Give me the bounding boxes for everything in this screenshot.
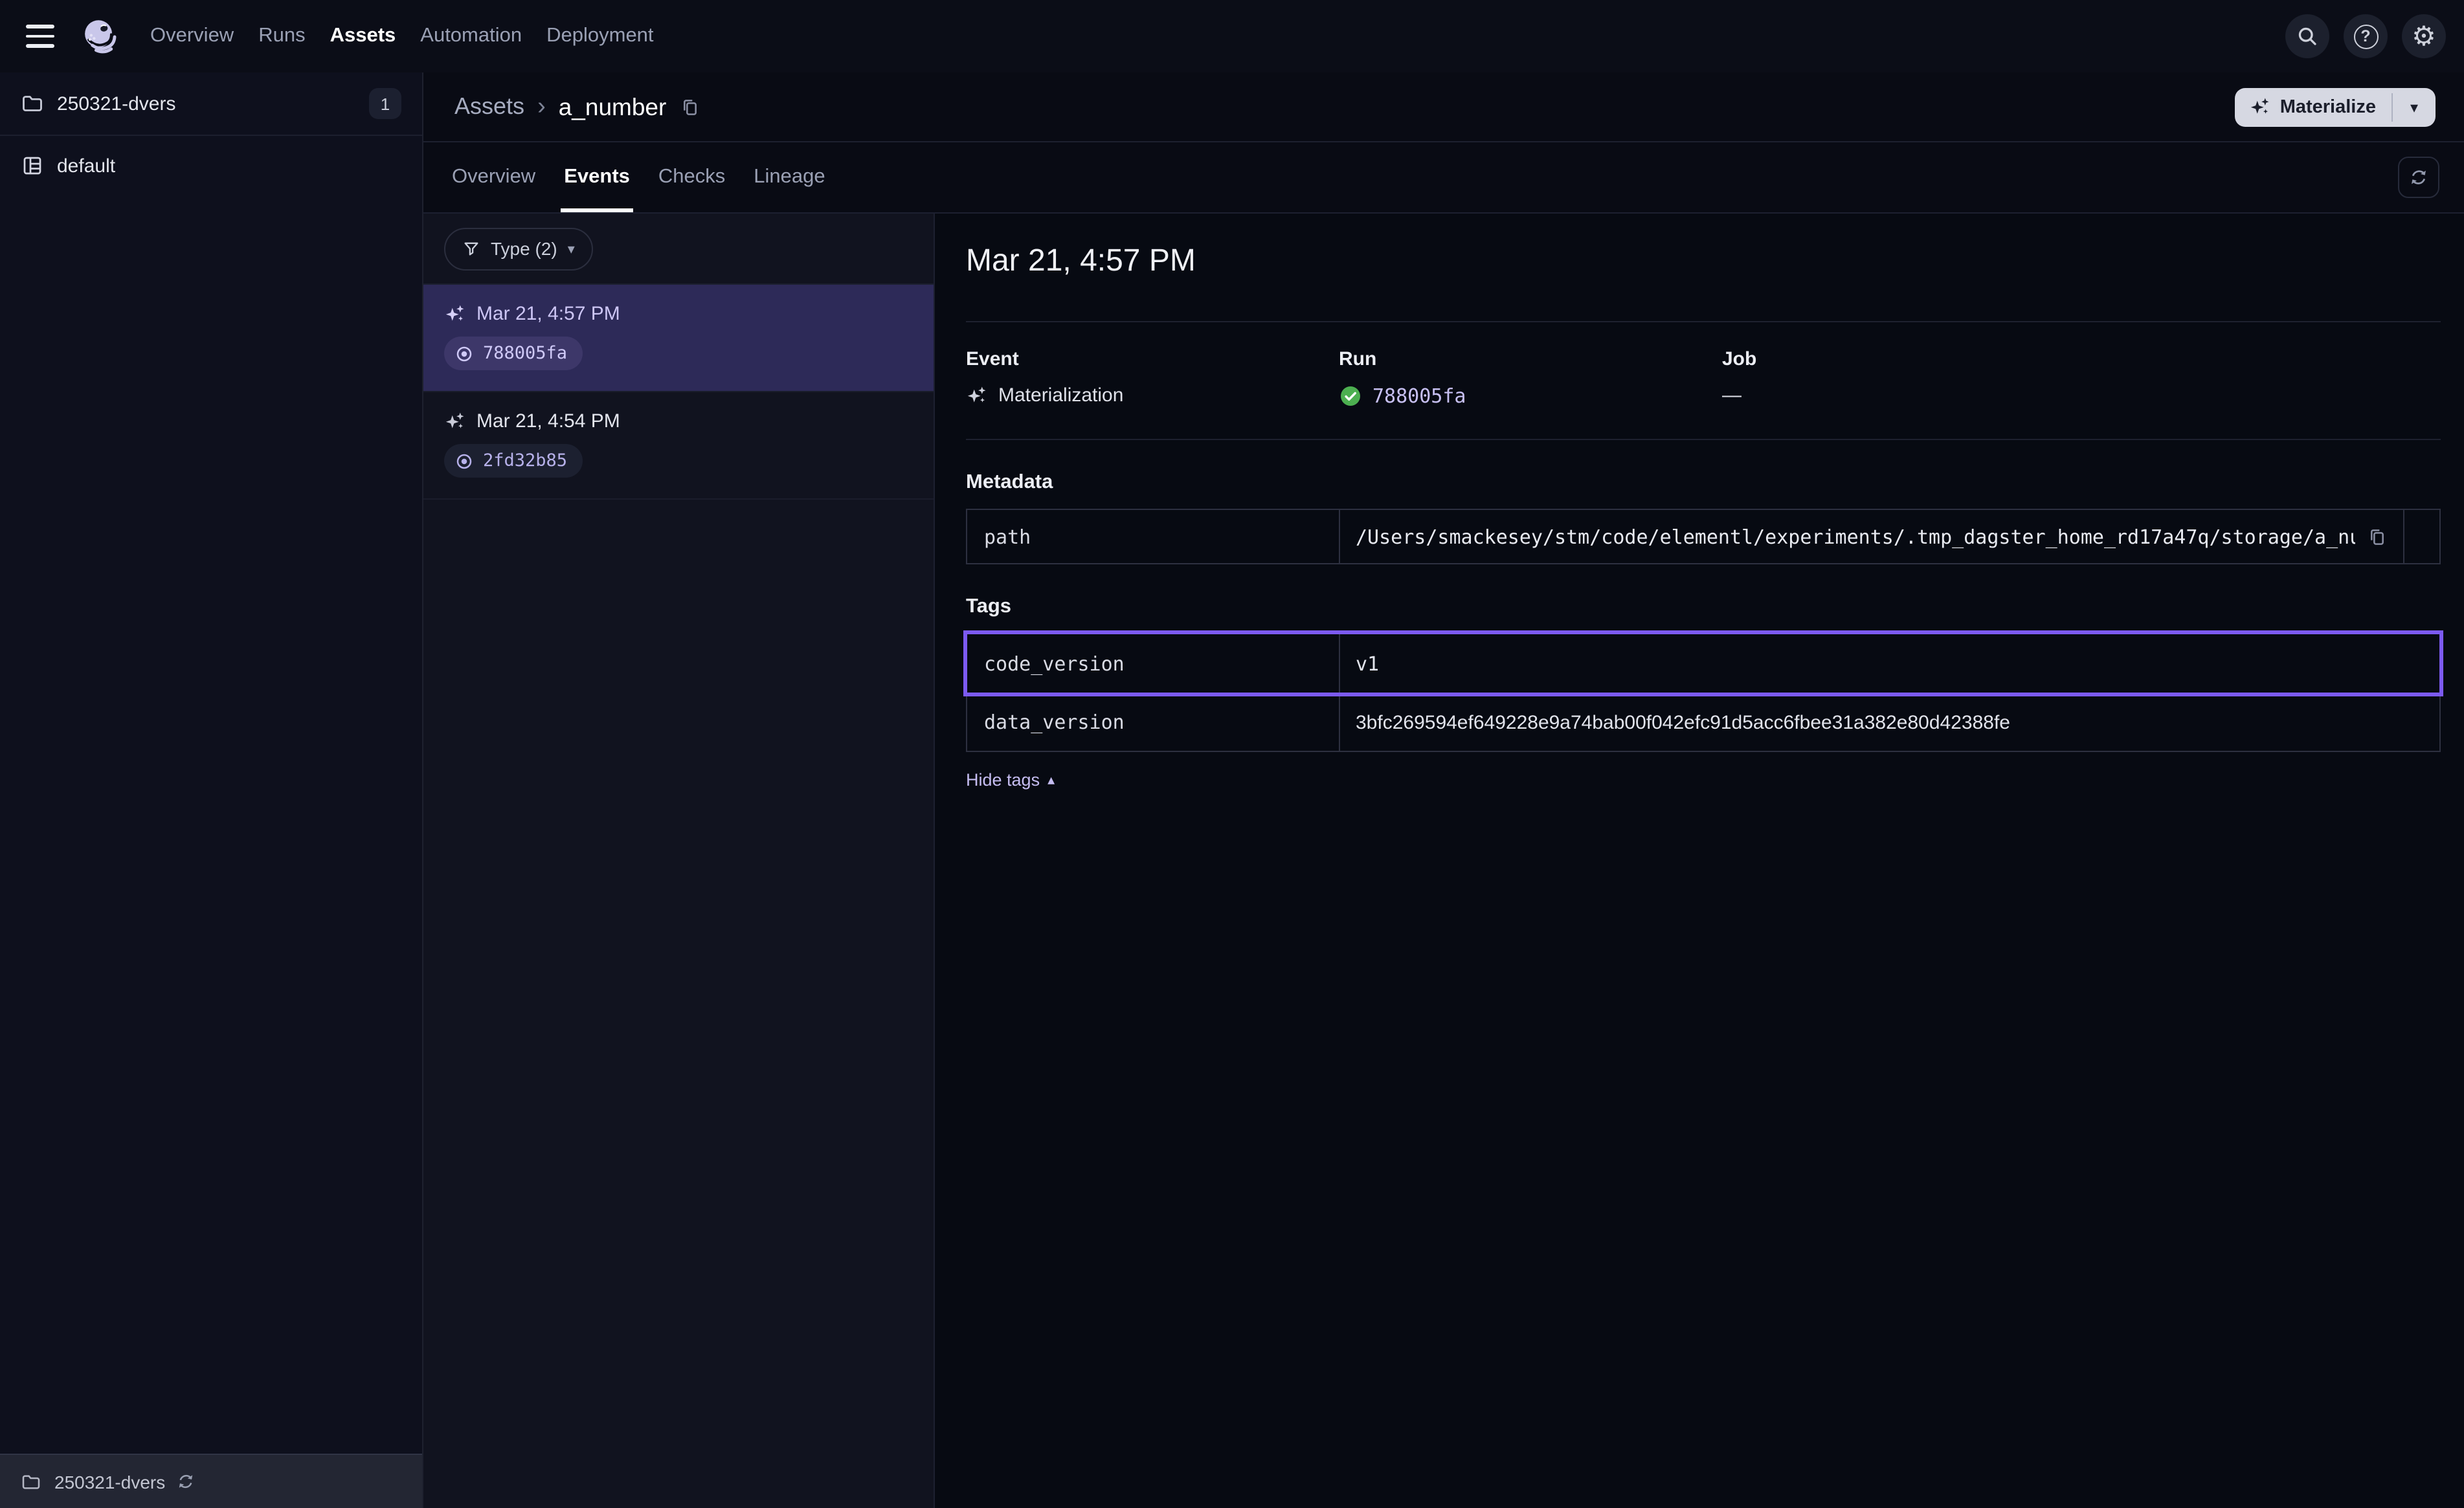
tags-heading: Tags — [966, 595, 2441, 619]
nav-item-automation[interactable]: Automation — [420, 25, 522, 48]
page-title: a_number — [559, 93, 667, 121]
tabs-row: Overview Events Checks Lineage — [423, 142, 2464, 214]
type-filter-button[interactable]: Type (2) — [444, 227, 593, 270]
run-column-label: Run — [1339, 348, 1722, 370]
sidebar-item-group[interactable]: 250321-dvers 1 — [0, 72, 422, 136]
folder-icon — [21, 92, 44, 115]
tab-events[interactable]: Events — [563, 142, 631, 212]
run-status-icon — [454, 344, 474, 363]
tag-key: code_version — [967, 634, 1340, 693]
run-id-text: 788005fa — [483, 343, 567, 364]
hide-tags-link[interactable]: Hide tags — [966, 770, 1055, 790]
tag-key: data_version — [967, 694, 1340, 751]
tab-lineage[interactable]: Lineage — [752, 142, 826, 212]
run-success-icon — [1339, 384, 1362, 408]
help-icon[interactable]: ? — [2344, 14, 2388, 58]
materialize-button[interactable]: Materialize — [2235, 87, 2436, 126]
event-list-item[interactable]: Mar 21, 4:57 PM 788005fa — [423, 285, 934, 392]
row-action-cell — [2403, 510, 2439, 563]
run-column: Run 788005fa — [1339, 348, 1722, 408]
run-id-pill[interactable]: 2fd32b85 — [444, 444, 583, 478]
tags-table: code_version v1 data_version 3bfc269594e… — [966, 633, 2441, 752]
materialization-sparkle-icon — [444, 303, 466, 325]
materialization-sparkle-icon — [966, 384, 988, 406]
asset-group-icon — [21, 154, 44, 177]
event-type-value: Materialization — [998, 384, 1123, 406]
asset-groups-sidebar: 250321-dvers 1 default 250321-dvers — [0, 72, 423, 1508]
run-id-text: 2fd32b85 — [483, 450, 567, 471]
refresh-button[interactable] — [2398, 157, 2439, 198]
job-value: — — [1722, 384, 1742, 406]
dagster-app: Overview Runs Assets Automation Deployme… — [0, 0, 2464, 1508]
tab-overview[interactable]: Overview — [451, 142, 537, 212]
folder-icon — [21, 1471, 41, 1492]
metadata-table: path /Users/smackesey/stm/code/elementl/… — [966, 509, 2441, 564]
breadcrumb-row: Assets › a_number M — [423, 72, 2464, 142]
table-row: path /Users/smackesey/stm/code/elementl/… — [967, 510, 2439, 563]
search-icon[interactable] — [2285, 14, 2329, 58]
breadcrumb-assets-link[interactable]: Assets — [454, 93, 524, 120]
event-detail-title: Mar 21, 4:57 PM — [966, 243, 2441, 280]
sidebar-item-default[interactable]: default — [0, 136, 422, 195]
job-column: Job — — [1722, 348, 2441, 408]
reload-icon[interactable] — [175, 1472, 195, 1491]
tag-value: 3bfc269594ef649228e9a74bab00f042efc91d5a… — [1356, 711, 2010, 733]
table-row: data_version 3bfc269594ef649228e9a74bab0… — [967, 693, 2439, 751]
events-list-panel: Type (2) Mar 21, 4:57 PM — [423, 214, 935, 1508]
run-id-pill[interactable]: 788005fa — [444, 337, 583, 370]
metadata-key: path — [967, 510, 1340, 563]
main-nav: Overview Runs Assets Automation Deployme… — [150, 25, 654, 48]
sidebar-footer[interactable]: 250321-dvers — [0, 1454, 422, 1508]
event-column: Event Materialization — [966, 348, 1339, 408]
path-value-link[interactable]: /Users/smackesey/stm/code/elementl/exper… — [1356, 525, 2355, 548]
tag-value: v1 — [1356, 652, 1379, 675]
event-timestamp: Mar 21, 4:54 PM — [476, 410, 620, 432]
table-row-highlighted: code_version v1 — [967, 634, 2439, 693]
event-list-item[interactable]: Mar 21, 4:54 PM 2fd32b85 — [423, 392, 934, 500]
copy-path-icon[interactable] — [2367, 526, 2388, 547]
sidebar-default-label: default — [57, 155, 401, 177]
tab-checks[interactable]: Checks — [657, 142, 726, 212]
breadcrumb-separator-icon: › — [537, 93, 546, 121]
materialization-sparkle-icon — [444, 410, 466, 432]
refresh-icon — [2408, 167, 2429, 188]
event-detail-panel: Mar 21, 4:57 PM Event Materi — [935, 214, 2464, 1508]
footer-location-label: 250321-dvers — [54, 1471, 165, 1492]
copy-asset-name-icon[interactable] — [679, 96, 700, 117]
nav-item-assets[interactable]: Assets — [330, 25, 396, 48]
nav-item-runs[interactable]: Runs — [258, 25, 305, 48]
run-id-link[interactable]: 788005fa — [1372, 384, 1466, 408]
metadata-heading: Metadata — [966, 471, 2441, 494]
top-nav: Overview Runs Assets Automation Deployme… — [0, 0, 2464, 72]
materialize-dropdown-caret[interactable] — [2393, 87, 2436, 126]
run-status-icon — [454, 451, 474, 471]
event-column-label: Event — [966, 348, 1339, 370]
menu-icon[interactable] — [26, 25, 54, 48]
materialize-button-label: Materialize — [2280, 96, 2376, 117]
nav-item-overview[interactable]: Overview — [150, 25, 234, 48]
nav-icon-group: ? ⚙ — [2285, 14, 2446, 58]
sparkle-icon — [2249, 96, 2271, 118]
filter-funnel-icon — [462, 239, 480, 258]
job-column-label: Job — [1722, 348, 2441, 370]
type-filter-label: Type (2) — [491, 238, 557, 259]
events-filter-bar: Type (2) — [423, 214, 934, 285]
asset-count-badge: 1 — [369, 88, 401, 119]
event-timestamp: Mar 21, 4:57 PM — [476, 303, 620, 325]
settings-gear-icon[interactable]: ⚙ — [2402, 14, 2446, 58]
nav-item-deployment[interactable]: Deployment — [546, 25, 653, 48]
sidebar-group-label: 250321-dvers — [57, 93, 369, 115]
asset-page: Assets › a_number M — [423, 72, 2464, 1508]
dagster-logo-icon[interactable] — [80, 17, 119, 56]
